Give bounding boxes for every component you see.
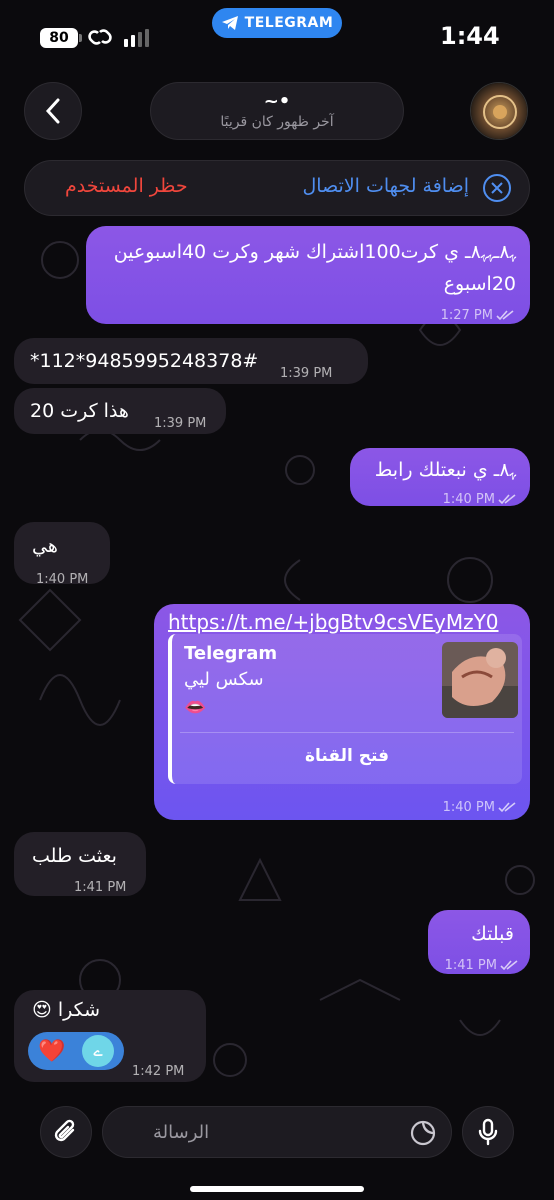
heart-icon: ❤️ (38, 1039, 66, 1064)
attach-button[interactable] (40, 1106, 92, 1158)
clock: 1:44 (440, 22, 500, 50)
message-text: هذا كرت 20 (30, 400, 129, 422)
message-outgoing[interactable]: ﮩ٨ـﮩﮩ٨ـ ي كرت100اشتراك شهر وكرت 40اسبوعي… (86, 226, 530, 324)
double-check-icon (498, 494, 516, 505)
signal-icon (124, 29, 149, 47)
message-time: 1:40 PM (36, 572, 89, 587)
message-time: 1:41 PM (445, 952, 518, 980)
preview-divider (180, 732, 514, 733)
double-check-icon (500, 960, 518, 971)
block-user-button[interactable]: حظر المستخدم (65, 175, 188, 197)
link-preview[interactable]: Telegram سكس ليي 👄 فتح القناة (168, 634, 522, 784)
message-outgoing[interactable]: ﮩ٨ـ ي نبعتلك رابط 1:40 PM (350, 448, 530, 507)
message-time: 1:41 PM (74, 880, 127, 895)
message-incoming[interactable]: هذا كرت 20 1:39 PM (14, 388, 226, 434)
preview-site-name: Telegram (184, 643, 278, 664)
message-text: هي (32, 535, 58, 557)
message-outgoing[interactable]: قبلتك 1:41 PM (428, 910, 530, 974)
back-button[interactable] (24, 82, 82, 140)
message-field[interactable] (153, 1117, 433, 1147)
message-time: 1:39 PM (280, 366, 333, 381)
battery-icon: 80 (40, 28, 82, 48)
message-incoming[interactable]: شكرا 😍 ❤️ ے 1:42 PM (14, 990, 206, 1082)
double-check-icon (498, 802, 516, 813)
microphone-button[interactable] (462, 1106, 514, 1158)
message-text: شكرا 😍 (32, 999, 101, 1021)
paperclip-icon (54, 1119, 75, 1142)
preview-title: سكس ليي (184, 669, 264, 690)
message-outgoing-link[interactable]: https://t.me/+jbgBtv9csVEyMzY0 Telegram … (154, 604, 530, 820)
message-time: 1:42 PM (132, 1064, 185, 1079)
message-text: قبلتك (471, 923, 514, 945)
message-incoming[interactable]: *112*9485995248378# 1:39 PM (14, 338, 368, 384)
message-text: ﮩ٨ـ ي نبعتلك رابط (374, 459, 516, 481)
preview-emoji: 👄 (184, 697, 207, 718)
message-text: *112*9485995248378# (30, 350, 259, 372)
message-time: 1:39 PM (154, 416, 207, 431)
microphone-icon (478, 1118, 498, 1146)
message-time: 1:40 PM (443, 486, 516, 514)
chat-title[interactable]: ~• آخر ظهور كان قريبًا (150, 82, 404, 140)
reaction-pill[interactable]: ❤️ ے (28, 1032, 124, 1070)
close-icon[interactable] (483, 174, 511, 202)
message-text: ﮩ٨ـﮩﮩ٨ـ ي كرت100اشتراك شهر وكرت 40اسبوعي… (113, 241, 516, 263)
telegram-badge[interactable]: TELEGRAM (212, 8, 342, 38)
preview-thumbnail (442, 642, 518, 718)
add-contact-button[interactable]: إضافة لجهات الاتصال (302, 175, 469, 197)
link-icon (88, 29, 112, 45)
contact-name: ~• (263, 91, 291, 112)
status-bar: 80 TELEGRAM 1:44 (0, 0, 554, 74)
reactor-avatar: ے (82, 1035, 114, 1067)
message-text: 20اسبوع (443, 273, 516, 295)
double-check-icon (496, 310, 514, 321)
avatar[interactable] (470, 82, 528, 140)
home-indicator[interactable] (190, 1186, 364, 1192)
chevron-left-icon (45, 98, 60, 124)
message-link[interactable]: https://t.me/+jbgBtv9csVEyMzY0 (168, 608, 499, 636)
message-time: 1:40 PM (443, 794, 516, 822)
message-incoming[interactable]: هي 1:40 PM (14, 522, 110, 587)
last-seen-status: آخر ظهور كان قريبًا (220, 114, 334, 130)
message-incoming[interactable]: بعثت طلب 1:41 PM (14, 832, 146, 896)
message-text: بعثت طلب (32, 845, 117, 867)
telegram-icon (221, 16, 238, 30)
contact-action-bar: إضافة لجهات الاتصال حظر المستخدم (24, 160, 530, 216)
message-input[interactable] (102, 1106, 452, 1158)
open-channel-button[interactable]: فتح القناة (172, 742, 522, 770)
telegram-badge-label: TELEGRAM (244, 15, 334, 31)
message-time: 1:27 PM (441, 302, 514, 330)
